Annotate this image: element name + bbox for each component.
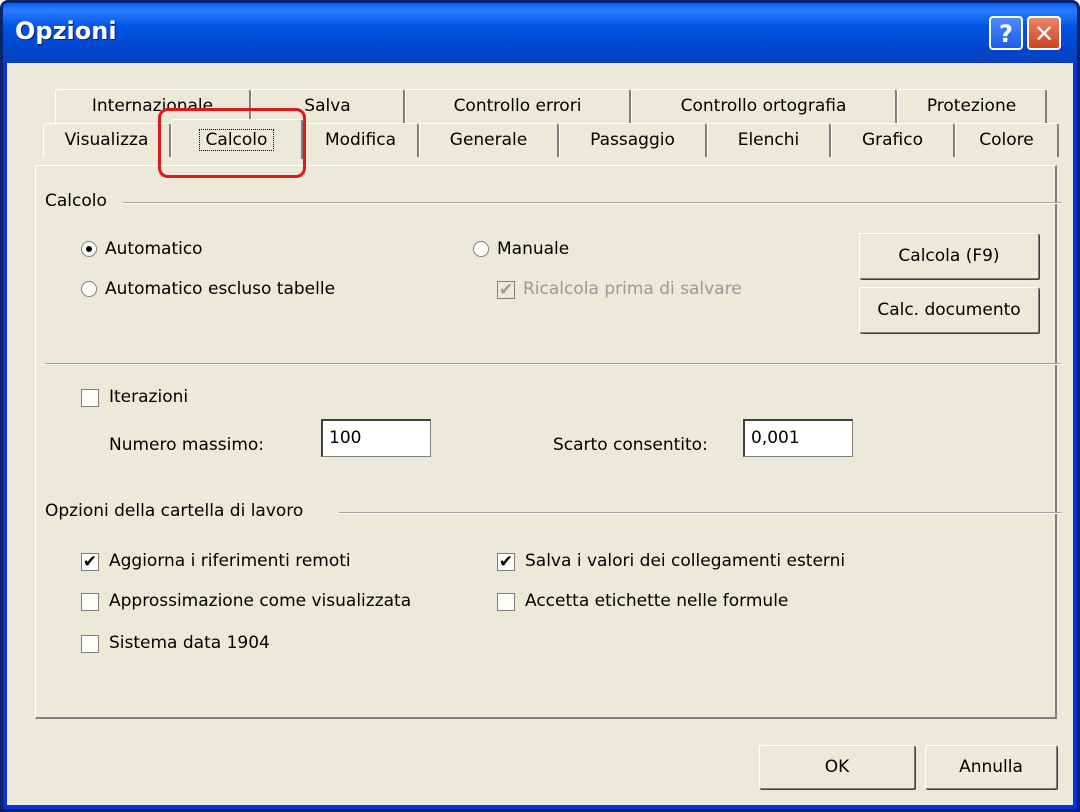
close-icon: ✕ [1033, 20, 1055, 48]
ricalcola-check-icon: ✔ [498, 280, 514, 300]
tab-passaggio[interactable]: Passaggio [559, 123, 707, 157]
tab-controllo-errori[interactable]: Controllo errori [405, 89, 631, 123]
scarto-input[interactable]: 0,001 [743, 419, 853, 457]
accetta-checkbox[interactable] [497, 593, 515, 611]
highlight-callout [158, 108, 306, 178]
automatico-escluso-radio[interactable] [81, 281, 97, 297]
salva-valori-check-icon: ✔ [498, 552, 514, 572]
window-title: Opzioni [15, 17, 117, 45]
automatico-label[interactable]: Automatico [105, 239, 203, 259]
separator [45, 363, 1061, 365]
tab-visualizza[interactable]: Visualizza [43, 123, 171, 157]
workbook-group-title: Opzioni della cartella di lavoro [45, 501, 304, 521]
salva-valori-label[interactable]: Salva i valori dei collegamenti esterni [525, 551, 845, 571]
sistema-label[interactable]: Sistema data 1904 [109, 633, 270, 653]
help-button[interactable]: ? [989, 16, 1023, 50]
tab-grafico[interactable]: Grafico [831, 123, 955, 157]
calcola-button[interactable]: Calcola (F9) [859, 233, 1039, 279]
close-button[interactable]: ✕ [1027, 16, 1061, 50]
numero-massimo-input[interactable]: 100 [321, 419, 431, 457]
annulla-button[interactable]: Annulla [925, 745, 1057, 789]
tab-protezione[interactable]: Protezione [897, 89, 1047, 123]
salva-valori-checkbox[interactable]: ✔ [497, 553, 515, 571]
ricalcola-label: Ricalcola prima di salvare [523, 279, 742, 299]
tab-controllo-ortografia[interactable]: Controllo ortografia [631, 89, 897, 123]
ok-button[interactable]: OK [759, 745, 915, 789]
automatico-radio[interactable] [81, 241, 97, 257]
title-bar: Opzioni ? ✕ [3, 3, 1077, 63]
workbook-group-divider [339, 512, 1061, 514]
calcolo-group-title: Calcolo [45, 191, 107, 211]
sistema-checkbox[interactable] [81, 635, 99, 653]
tab-colore[interactable]: Colore [955, 123, 1059, 157]
help-icon: ? [999, 20, 1013, 48]
numero-massimo-label: Numero massimo: [109, 435, 265, 455]
aggiorna-check-icon: ✔ [82, 552, 98, 572]
tab-modifica[interactable]: Modifica [303, 123, 419, 157]
automatico-escluso-label[interactable]: Automatico escluso tabelle [105, 279, 335, 299]
manuale-radio[interactable] [473, 241, 489, 257]
manuale-label[interactable]: Manuale [497, 239, 569, 259]
iterazioni-label[interactable]: Iterazioni [109, 387, 188, 407]
ricalcola-checkbox[interactable]: ✔ [497, 281, 515, 299]
calcolo-group-divider [123, 202, 1061, 204]
calc-documento-button[interactable]: Calc. documento [859, 287, 1039, 333]
tab-elenchi[interactable]: Elenchi [707, 123, 831, 157]
aggiorna-checkbox[interactable]: ✔ [81, 553, 99, 571]
automatico-text: Automatico [105, 239, 203, 259]
approssimazione-checkbox[interactable] [81, 593, 99, 611]
tab-generale[interactable]: Generale [419, 123, 559, 157]
aggiorna-label[interactable]: Aggiorna i riferimenti remoti [109, 551, 351, 571]
scarto-label: Scarto consentito: [553, 435, 708, 455]
accetta-label[interactable]: Accetta etichette nelle formule [525, 591, 788, 611]
iterazioni-checkbox[interactable] [81, 389, 99, 407]
approssimazione-label[interactable]: Approssimazione come visualizzata [109, 591, 411, 611]
